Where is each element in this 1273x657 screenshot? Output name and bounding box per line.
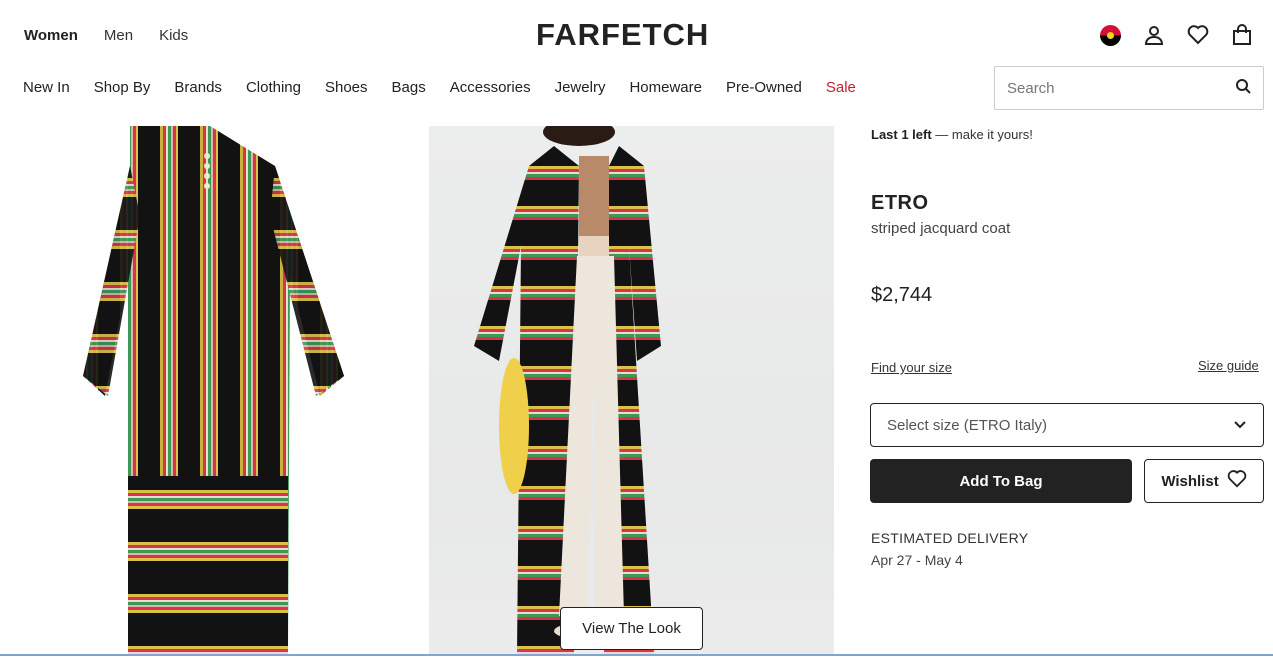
top-header: Women Men Kids FARFETCH <box>0 0 1273 72</box>
nav-shoes[interactable]: Shoes <box>325 79 368 96</box>
bottom-divider <box>0 654 1273 656</box>
stock-notice: Last 1 left — make it yours! <box>871 127 1033 142</box>
search-input[interactable] <box>1007 79 1235 97</box>
product-image-model[interactable] <box>429 126 834 654</box>
delivery-date: Apr 27 - May 4 <box>871 552 963 568</box>
nav-homeware[interactable]: Homeware <box>629 79 702 96</box>
size-select[interactable]: Select size (ETRO Italy) <box>870 403 1264 447</box>
wishlist-heart-icon[interactable] <box>1187 24 1209 46</box>
main-nav: New In Shop By Brands Clothing Shoes Bag… <box>23 79 880 96</box>
nav-sale[interactable]: Sale <box>826 79 856 96</box>
nav-bags[interactable]: Bags <box>392 79 426 96</box>
nav-jewelry[interactable]: Jewelry <box>555 79 606 96</box>
tab-men[interactable]: Men <box>104 27 133 44</box>
delivery-label: ESTIMATED DELIVERY <box>871 530 1029 546</box>
nav-pre-owned[interactable]: Pre-Owned <box>726 79 802 96</box>
tab-kids[interactable]: Kids <box>159 27 188 44</box>
nav-shop-by[interactable]: Shop By <box>94 79 151 96</box>
product-name: striped jacquard coat <box>871 220 1011 237</box>
view-the-look-button[interactable]: View The Look <box>560 607 703 650</box>
product-image-front[interactable] <box>0 126 405 654</box>
stock-rest: — make it yours! <box>931 127 1033 142</box>
flag-icon[interactable] <box>1099 24 1121 46</box>
find-your-size-link[interactable]: Find your size <box>871 360 952 375</box>
wishlist-button[interactable]: Wishlist <box>1144 459 1264 503</box>
nav-brands[interactable]: Brands <box>174 79 222 96</box>
heart-icon <box>1227 470 1247 492</box>
shopping-bag-icon[interactable] <box>1231 24 1253 46</box>
size-guide-link[interactable]: Size guide <box>1198 358 1259 373</box>
search-icon[interactable] <box>1235 78 1251 99</box>
product-price: $2,744 <box>871 284 933 306</box>
account-icon[interactable] <box>1143 24 1165 46</box>
search-box <box>994 66 1264 110</box>
nav-accessories[interactable]: Accessories <box>450 79 531 96</box>
wishlist-button-label: Wishlist <box>1161 472 1219 490</box>
logo[interactable]: FARFETCH <box>536 17 709 53</box>
gender-tabs: Women Men Kids <box>24 27 188 44</box>
nav-clothing[interactable]: Clothing <box>246 79 301 96</box>
chevron-down-icon <box>1233 417 1247 434</box>
header-icons <box>1099 24 1253 46</box>
size-select-label: Select size (ETRO Italy) <box>887 416 1048 434</box>
tab-women[interactable]: Women <box>24 27 78 44</box>
stock-bold: Last 1 left <box>871 127 932 142</box>
nav-new-in[interactable]: New In <box>23 79 70 96</box>
add-to-bag-button[interactable]: Add To Bag <box>870 459 1132 503</box>
product-brand[interactable]: ETRO <box>871 192 929 215</box>
